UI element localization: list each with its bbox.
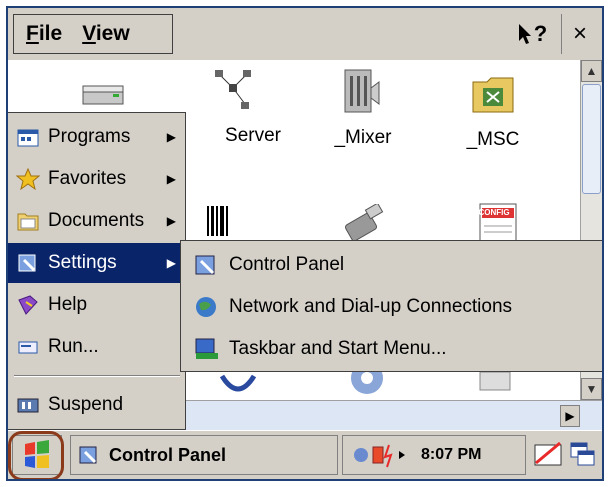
file-menu[interactable]: File <box>26 22 62 46</box>
suspend-label: Suspend <box>48 394 124 415</box>
horizontal-scrollbar[interactable]: ▶ <box>168 400 602 430</box>
menu-bar: File View ? × <box>8 8 602 60</box>
partial-icon-3 <box>479 372 511 391</box>
barcode-icon <box>207 206 228 236</box>
network-server-icon <box>215 70 251 109</box>
close-icon: × <box>572 20 587 47</box>
run-icon <box>18 341 38 354</box>
help-icon <box>18 295 38 315</box>
settings-submenu: Control Panel Network and Dial-up Connec… <box>180 240 602 372</box>
help-question-icon: ? <box>533 21 548 46</box>
start-menu-item-suspend[interactable]: Suspend <box>8 385 184 425</box>
scroll-down-icon[interactable]: ▼ <box>581 378 602 400</box>
submenu-arrow-icon: ▶ <box>166 130 176 144</box>
msc-label: _MSC <box>466 129 520 150</box>
close-button[interactable]: × <box>562 14 598 54</box>
submenu-arrow-icon: ▶ <box>166 172 176 186</box>
battery-icon <box>372 446 384 464</box>
view-menu-label: iew <box>95 22 130 45</box>
folder-item-barcode[interactable] <box>198 206 248 243</box>
favorites-icon <box>16 168 40 190</box>
file-menu-mnemonic: F <box>26 22 39 45</box>
msc-folder-icon <box>472 77 514 113</box>
start-menu-item-favorites[interactable]: Favorites ▶ <box>8 159 184 199</box>
show-desktop-button[interactable] <box>568 437 602 473</box>
suspend-icon <box>17 398 39 413</box>
programs-label: Programs <box>48 126 131 147</box>
taskbar: Control Panel 8:07 PM <box>8 430 602 479</box>
tray-icons <box>354 444 405 468</box>
network-icon <box>196 297 216 317</box>
submenu-item-control-panel[interactable]: Control Panel <box>181 245 602 285</box>
power-icon <box>383 444 393 468</box>
input-panel-button[interactable] <box>532 437 566 473</box>
folder-item-msc[interactable]: _MSC <box>438 70 548 151</box>
start-menu-separator <box>14 375 180 377</box>
usb-drive-icon <box>344 202 384 242</box>
view-menu[interactable]: View <box>82 22 130 46</box>
control-panel-icon <box>79 446 97 464</box>
submenu-item-taskbar[interactable]: Taskbar and Start Menu... <box>181 329 602 369</box>
whats-this-button[interactable]: ? <box>504 14 562 54</box>
submenu-item-network[interactable]: Network and Dial-up Connections <box>181 287 602 327</box>
folder-item-mixer[interactable]: _Mixer <box>308 68 418 149</box>
network-tray-icon <box>354 448 368 462</box>
config-badge: CONFIG <box>478 208 510 217</box>
settings-icon <box>18 254 36 272</box>
help-label: Help <box>48 294 88 315</box>
submenu-arrow-icon: ▶ <box>166 256 176 270</box>
pointer-icon <box>518 24 531 44</box>
file-menu-label: ile <box>38 22 63 45</box>
control-panel-label: Control Panel <box>229 254 345 275</box>
view-menu-mnemonic: V <box>82 22 96 45</box>
taskbar-label: Taskbar and Start Menu... <box>229 338 447 359</box>
gear-icon <box>351 372 383 394</box>
start-menu-item-run[interactable]: Run... <box>8 327 184 367</box>
submenu-arrow-icon: ▶ <box>166 214 176 228</box>
settings-label: Settings <box>48 252 117 273</box>
input-panel-icon <box>534 441 562 466</box>
server-label: Server <box>225 125 281 146</box>
folder-item-server[interactable]: Server <box>178 66 288 147</box>
start-menu: Programs ▶ Favorites ▶ Documents ▶ Setti… <box>8 112 186 430</box>
network-label: Network and Dial-up Connections <box>229 296 513 317</box>
start-menu-item-documents[interactable]: Documents ▶ <box>8 201 184 241</box>
mixer-icon <box>344 69 380 113</box>
device-screen: File View ? × Server _Mixer _MSC CONFIG … <box>6 6 604 481</box>
start-menu-item-help[interactable]: Help <box>8 285 184 325</box>
programs-icon <box>17 129 39 147</box>
favorites-label: Favorites <box>48 168 127 189</box>
taskbar-button-label: Control Panel <box>109 444 227 465</box>
start-menu-item-settings[interactable]: Settings ▶ <box>8 243 184 283</box>
taskbar-button-control-panel[interactable]: Control Panel <box>70 435 338 475</box>
start-menu-item-programs[interactable]: Programs ▶ <box>8 117 184 157</box>
scroll-up-icon[interactable]: ▲ <box>581 60 602 82</box>
documents-label: Documents <box>48 210 145 231</box>
run-label: Run... <box>48 336 99 357</box>
menu-group: File View <box>13 14 173 54</box>
documents-icon <box>17 213 39 231</box>
title-buttons: ? × <box>504 14 598 54</box>
mixer-label: _Mixer <box>334 127 392 148</box>
expand-tray-icon <box>399 451 405 459</box>
partial-icon-1 <box>219 374 257 392</box>
start-button-highlight <box>8 431 64 479</box>
system-tray: 8:07 PM <box>342 435 526 475</box>
scroll-thumb[interactable] <box>582 84 601 194</box>
taskbar-icon <box>195 338 218 359</box>
desktop-windows-icon <box>570 442 595 466</box>
control-panel-icon <box>195 255 215 275</box>
clock[interactable]: 8:07 PM <box>421 446 481 464</box>
scroll-right-icon[interactable]: ▶ <box>560 405 580 427</box>
